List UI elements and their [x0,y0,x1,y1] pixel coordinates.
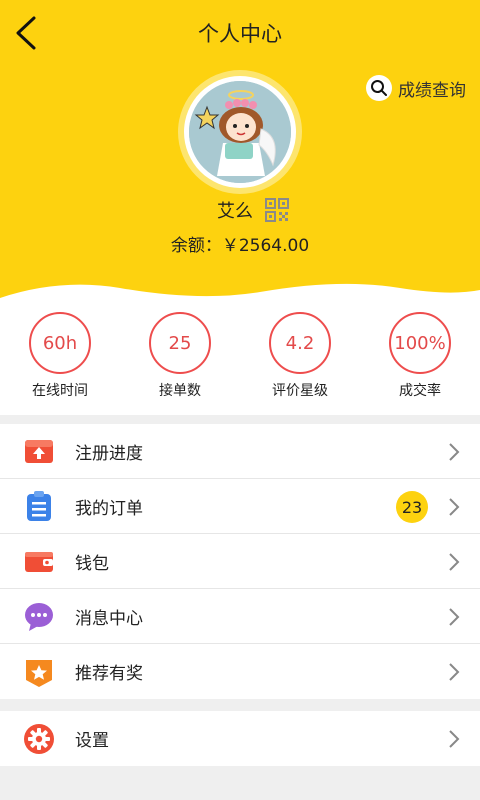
upload-box-icon [25,440,53,463]
qr-code-icon[interactable] [265,198,289,222]
menu-item-label: 消息中心 [75,608,143,629]
clipboard-list-icon [27,491,51,521]
stat-label: 接单数 [159,383,201,399]
stat-value: 60h [29,312,91,374]
avatar-frame[interactable] [178,70,302,194]
stat-value: 100% [389,312,451,374]
score-query-label: 成绩查询 [398,80,466,101]
menu-item-message-center[interactable]: 消息中心 [0,589,480,644]
menu-list: 注册进度 我的订单 23 钱包 消息中心 推荐有奖 [0,424,480,699]
stat-online-time[interactable]: 60h 在线时间 [0,312,120,400]
chevron-right-icon [449,443,460,461]
stat-label: 评价星级 [272,383,328,399]
chat-bubble-icon [25,603,53,631]
stat-value: 4.2 [269,312,331,374]
menu-item-label: 设置 [75,731,109,751]
settings-menu: 设置 [0,711,480,766]
chevron-right-icon [449,730,460,748]
chevron-right-icon [449,498,460,516]
star-badge-icon [26,659,52,687]
chevron-right-icon [449,663,460,681]
chevron-right-icon [449,608,460,626]
score-query-button[interactable]: 成绩查询 [366,74,466,102]
profile-header: 个人中心 成绩查询 艾么 余额：￥2564.00 [0,0,480,305]
menu-item-label: 钱包 [75,553,109,574]
menu-item-label: 注册进度 [75,443,143,464]
stats-panel: 60h 在线时间 25 接单数 4.2 评价星级 100% 成交率 [0,305,480,415]
menu-item-label: 推荐有奖 [75,664,143,684]
header-wave-divider [0,283,480,305]
menu-item-settings[interactable]: 设置 [0,711,480,766]
stat-value: 25 [149,312,211,374]
search-icon [366,75,392,101]
menu-item-registration-progress[interactable]: 注册进度 [0,424,480,479]
menu-item-referral-reward[interactable]: 推荐有奖 [0,644,480,699]
chevron-right-icon [449,553,460,571]
menu-item-wallet[interactable]: 钱包 [0,534,480,589]
menu-item-my-orders[interactable]: 我的订单 23 [0,479,480,534]
page-title: 个人中心 [198,22,282,46]
wallet-icon [25,552,53,572]
stat-order-count[interactable]: 25 接单数 [120,312,240,400]
avatar [189,81,291,183]
stat-label: 在线时间 [32,383,88,399]
order-count-badge: 23 [396,491,428,523]
stat-label: 成交率 [399,383,441,399]
stat-deal-rate[interactable]: 100% 成交率 [360,312,480,400]
balance-text: 余额：￥2564.00 [170,236,310,256]
user-name-row: 艾么 [0,197,480,223]
user-name: 艾么 [217,201,253,222]
gear-icon [24,723,54,754]
stat-rating[interactable]: 4.2 评价星级 [240,312,360,400]
